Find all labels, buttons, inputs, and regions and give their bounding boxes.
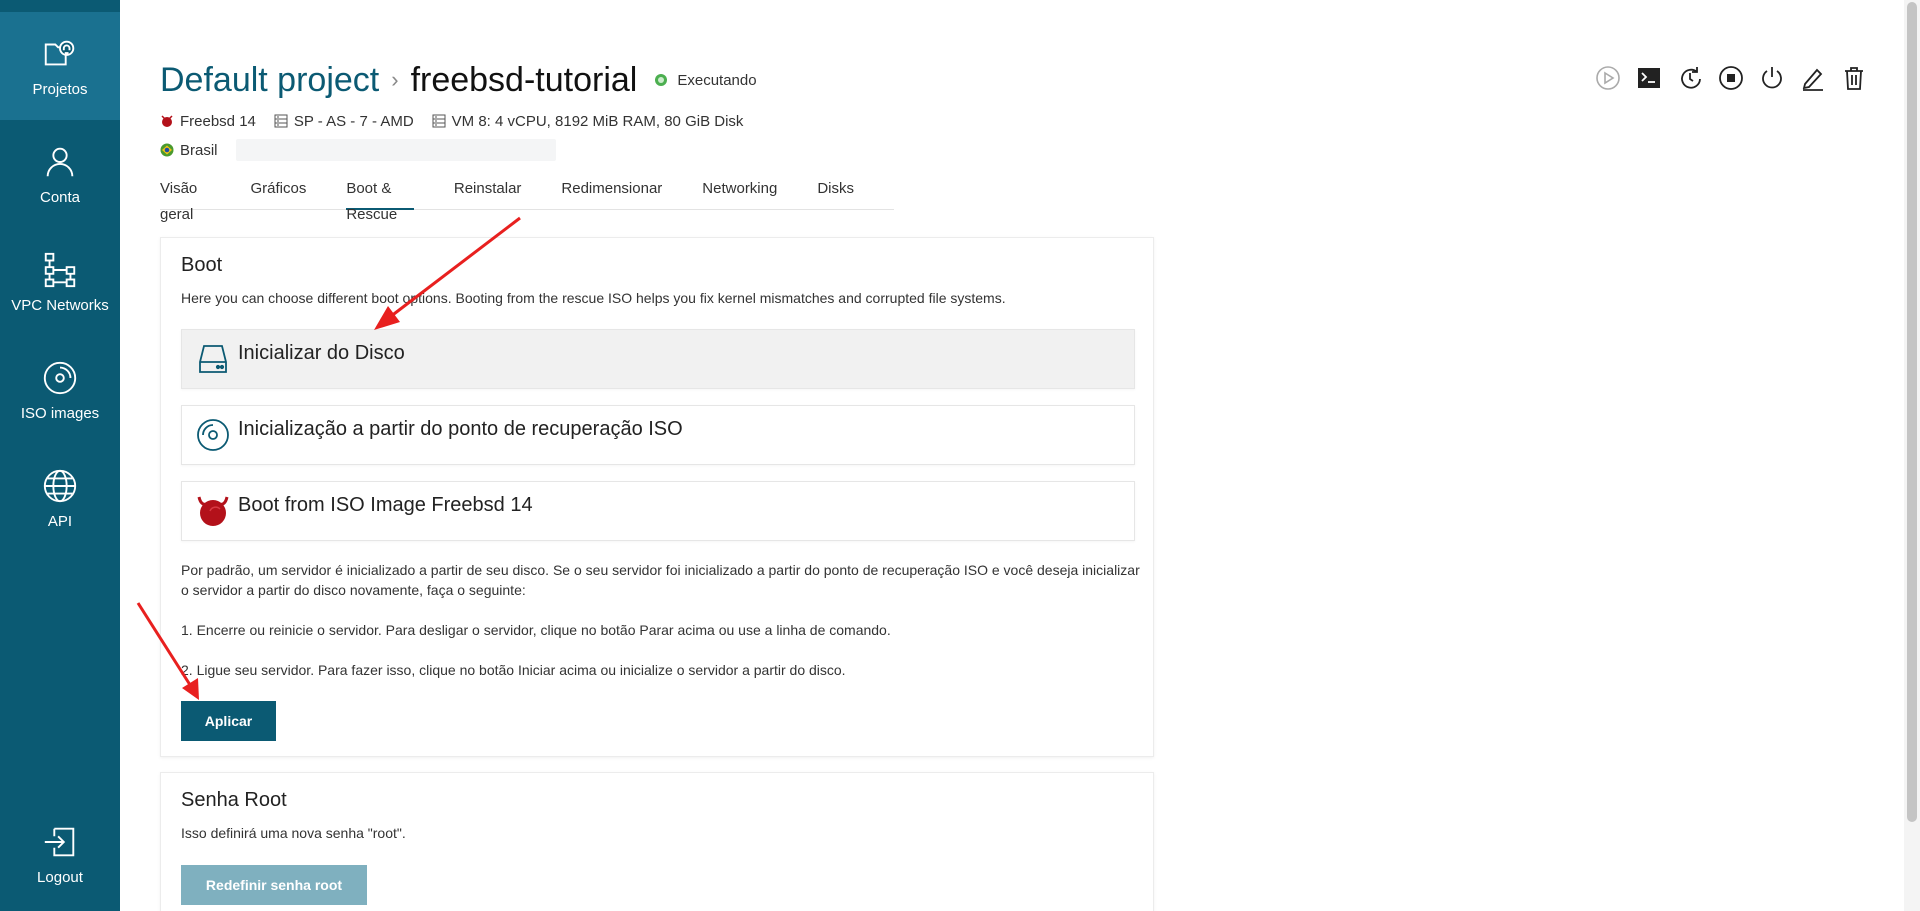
root-password-card: Senha Root Isso definirá uma nova senha … [160, 772, 1154, 911]
tab-reinstalar[interactable]: Reinstalar [454, 176, 522, 210]
page-header: Default project › freebsd-tutorial Execu… [160, 58, 757, 102]
trash-icon [1845, 67, 1863, 90]
boot-option-rescue[interactable]: Inicialização a partir do ponto de recup… [181, 405, 1135, 465]
tab-visao-geral[interactable]: Visão geral [160, 176, 210, 223]
boot-title: Boot [181, 254, 223, 276]
boot-option-label: Inicialização a partir do ponto de recup… [238, 417, 683, 440]
boot-option-label: Boot from ISO Image Freebsd 14 [238, 493, 533, 516]
page-title: freebsd-tutorial [410, 60, 638, 99]
boot-description: Here you can choose different boot optio… [181, 290, 1006, 306]
sidebar-item-api[interactable]: API [0, 444, 120, 552]
stop-icon [1719, 66, 1743, 90]
server-actions [1581, 64, 1868, 92]
boot-paragraph: Por padrão, um servidor é inicializado a… [181, 562, 1140, 598]
power-button[interactable] [1758, 64, 1786, 92]
globe-icon [43, 469, 77, 502]
sidebar-item-label: API [47, 512, 73, 530]
disc-icon [43, 361, 77, 394]
tab-redimensionar[interactable]: Redimensionar [561, 176, 662, 210]
sidebar-item-label: Projetos [32, 80, 88, 98]
console-button[interactable] [1635, 64, 1663, 92]
rescue-disc-icon [197, 419, 229, 451]
specs-info: VM 8: 4 vCPU, 8192 MiB RAM, 80 GiB Disk [432, 112, 744, 130]
edit-button[interactable] [1799, 64, 1827, 92]
sidebar-item-label: VPC Networks [11, 296, 109, 314]
logout-button[interactable]: Logout [0, 800, 120, 908]
apply-button[interactable]: Aplicar [181, 701, 276, 741]
logout-icon [44, 827, 75, 856]
start-button[interactable] [1594, 64, 1622, 92]
sidebar-item-iso-images[interactable]: ISO images [0, 336, 120, 444]
datacenter-icon [274, 114, 288, 128]
root-password-title: Senha Root [181, 789, 287, 811]
sidebar-item-projetos[interactable]: Projetos [0, 12, 120, 120]
reset-root-password-button[interactable]: Redefinir senha root [181, 865, 367, 905]
sidebar-item-vpc-networks[interactable]: VPC Networks [0, 228, 120, 336]
status-badge: Executando [677, 71, 757, 89]
user-icon [46, 147, 74, 176]
freebsd-logo-icon [197, 496, 229, 526]
status-icon [655, 74, 668, 86]
sidebar-item-conta[interactable]: Conta [0, 120, 120, 228]
root-password-description: Isso definirá uma nova senha "root". [181, 825, 406, 841]
server-meta: Freebsd 14 SP - AS - 7 - AMD VM 8: 4 vCP… [160, 111, 761, 131]
delete-button[interactable] [1840, 64, 1868, 92]
play-icon [1596, 66, 1620, 90]
edit-icon [1802, 68, 1823, 91]
server-icon [432, 114, 446, 128]
sidebar: Projetos Conta VPC Networks ISO images A… [0, 0, 120, 911]
console-icon [1638, 68, 1660, 88]
os-info: Freebsd 14 [160, 113, 256, 130]
os-label: Freebsd 14 [180, 112, 256, 130]
network-icon [44, 252, 76, 287]
scrollbar[interactable] [1904, 0, 1920, 911]
boot-option-iso[interactable]: Boot from ISO Image Freebsd 14 [181, 481, 1135, 541]
redacted-ip [235, 139, 556, 161]
stop-button[interactable] [1717, 64, 1745, 92]
country-info: Brasil [160, 142, 218, 159]
scrollbar-thumb[interactable] [1907, 2, 1917, 822]
specs-label: VM 8: 4 vCPU, 8192 MiB RAM, 80 GiB Disk [451, 112, 744, 130]
server-meta-2: Brasil [160, 139, 556, 161]
restart-button[interactable] [1676, 64, 1704, 92]
tab-networking[interactable]: Networking [702, 176, 777, 210]
location-label: SP - AS - 7 - AMD [293, 112, 414, 130]
breadcrumb-separator: › [391, 67, 399, 92]
power-icon [1762, 67, 1782, 89]
breadcrumb-project[interactable]: Default project [160, 61, 379, 100]
country-label: Brasil [180, 141, 218, 159]
boot-option-label: Inicializar do Disco [238, 341, 405, 364]
logout-label: Logout [37, 868, 83, 886]
boot-card: Boot Here you can choose different boot … [160, 237, 1154, 757]
location-info: SP - AS - 7 - AMD [274, 113, 414, 130]
tab-disks[interactable]: Disks [817, 176, 854, 210]
projects-icon [44, 40, 75, 65]
tab-bar: Visão geral Gráficos Boot & Rescue Reins… [160, 176, 894, 223]
hard-drive-icon [199, 345, 227, 373]
tab-graficos[interactable]: Gráficos [250, 176, 306, 210]
boot-option-disk[interactable]: Inicializar do Disco [181, 329, 1135, 389]
sidebar-item-label: Conta [39, 188, 81, 206]
restart-icon [1681, 67, 1701, 89]
boot-step-2: 2. Ligue seu servidor. Para fazer isso, … [181, 662, 846, 678]
tab-boot-rescue[interactable]: Boot & Rescue [346, 176, 414, 223]
brazil-flag-icon [160, 143, 174, 157]
boot-step-1: 1. Encerre ou reinicie o servidor. Para … [181, 622, 891, 638]
sidebar-item-label: ISO images [20, 404, 100, 422]
freebsd-small-icon [161, 115, 173, 127]
